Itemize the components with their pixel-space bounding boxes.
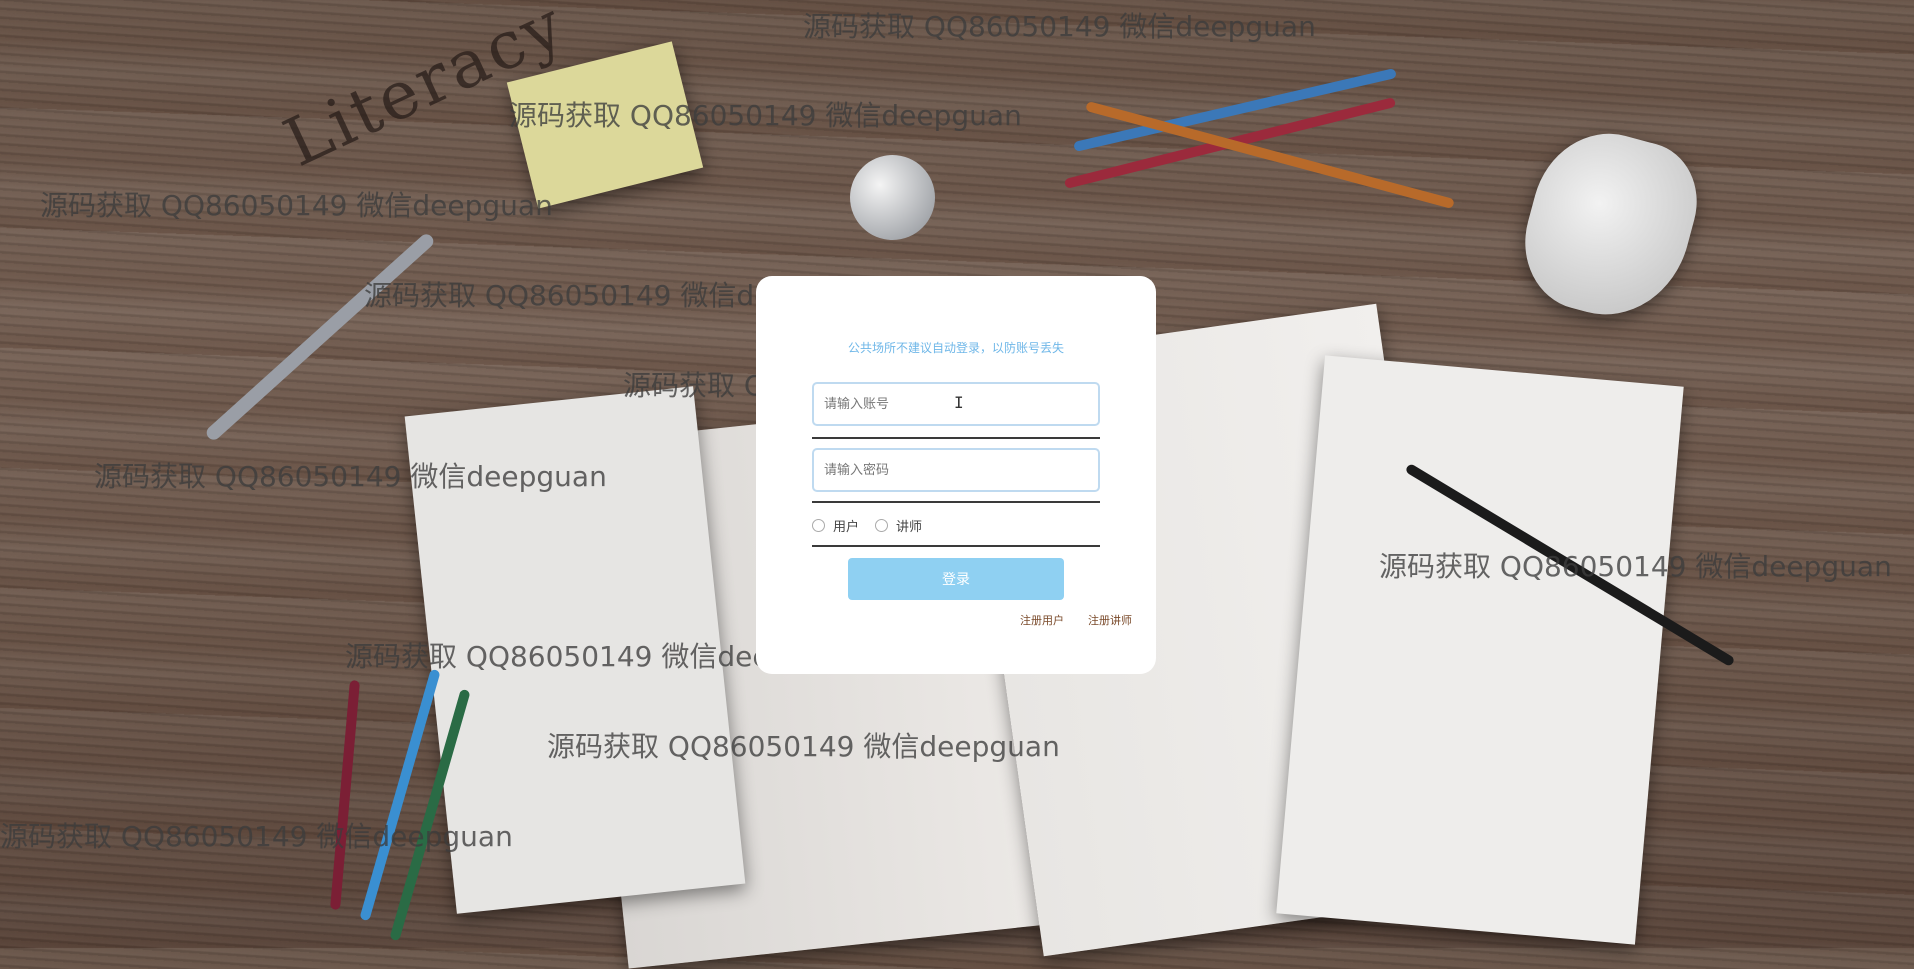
register-teacher-link[interactable]: 注册讲师: [1088, 612, 1132, 628]
register-user-link[interactable]: 注册用户: [1020, 612, 1064, 628]
spiral-notebook: [1276, 355, 1684, 945]
role-user-label[interactable]: 用户: [833, 516, 859, 535]
divider: [812, 501, 1100, 503]
role-teacher-radio[interactable]: [875, 519, 889, 532]
role-user-radio[interactable]: [812, 519, 825, 532]
scissors: [203, 231, 437, 443]
divider: [812, 437, 1100, 439]
login-card: 公共场所不建议自动登录，以防账号丢失 用户 讲师 登录 注册用户 注册讲师: [756, 276, 1156, 674]
login-button[interactable]: 登录: [848, 558, 1064, 600]
role-selector: 用户 讲师: [812, 516, 938, 535]
role-teacher-label[interactable]: 讲师: [896, 516, 922, 535]
blue-marker: [359, 668, 441, 922]
crumpled-paper: [1509, 117, 1711, 333]
divider: [812, 545, 1100, 547]
text-cursor-icon: I: [954, 393, 964, 412]
password-input[interactable]: [812, 448, 1100, 492]
pencil-sharpener: [850, 155, 935, 240]
back-to-school-clipboard: [404, 386, 746, 914]
auto-login-notice: 公共场所不建议自动登录，以防账号丢失: [847, 341, 1064, 355]
red-marker: [329, 680, 361, 910]
orange-pencil: [1085, 100, 1455, 210]
